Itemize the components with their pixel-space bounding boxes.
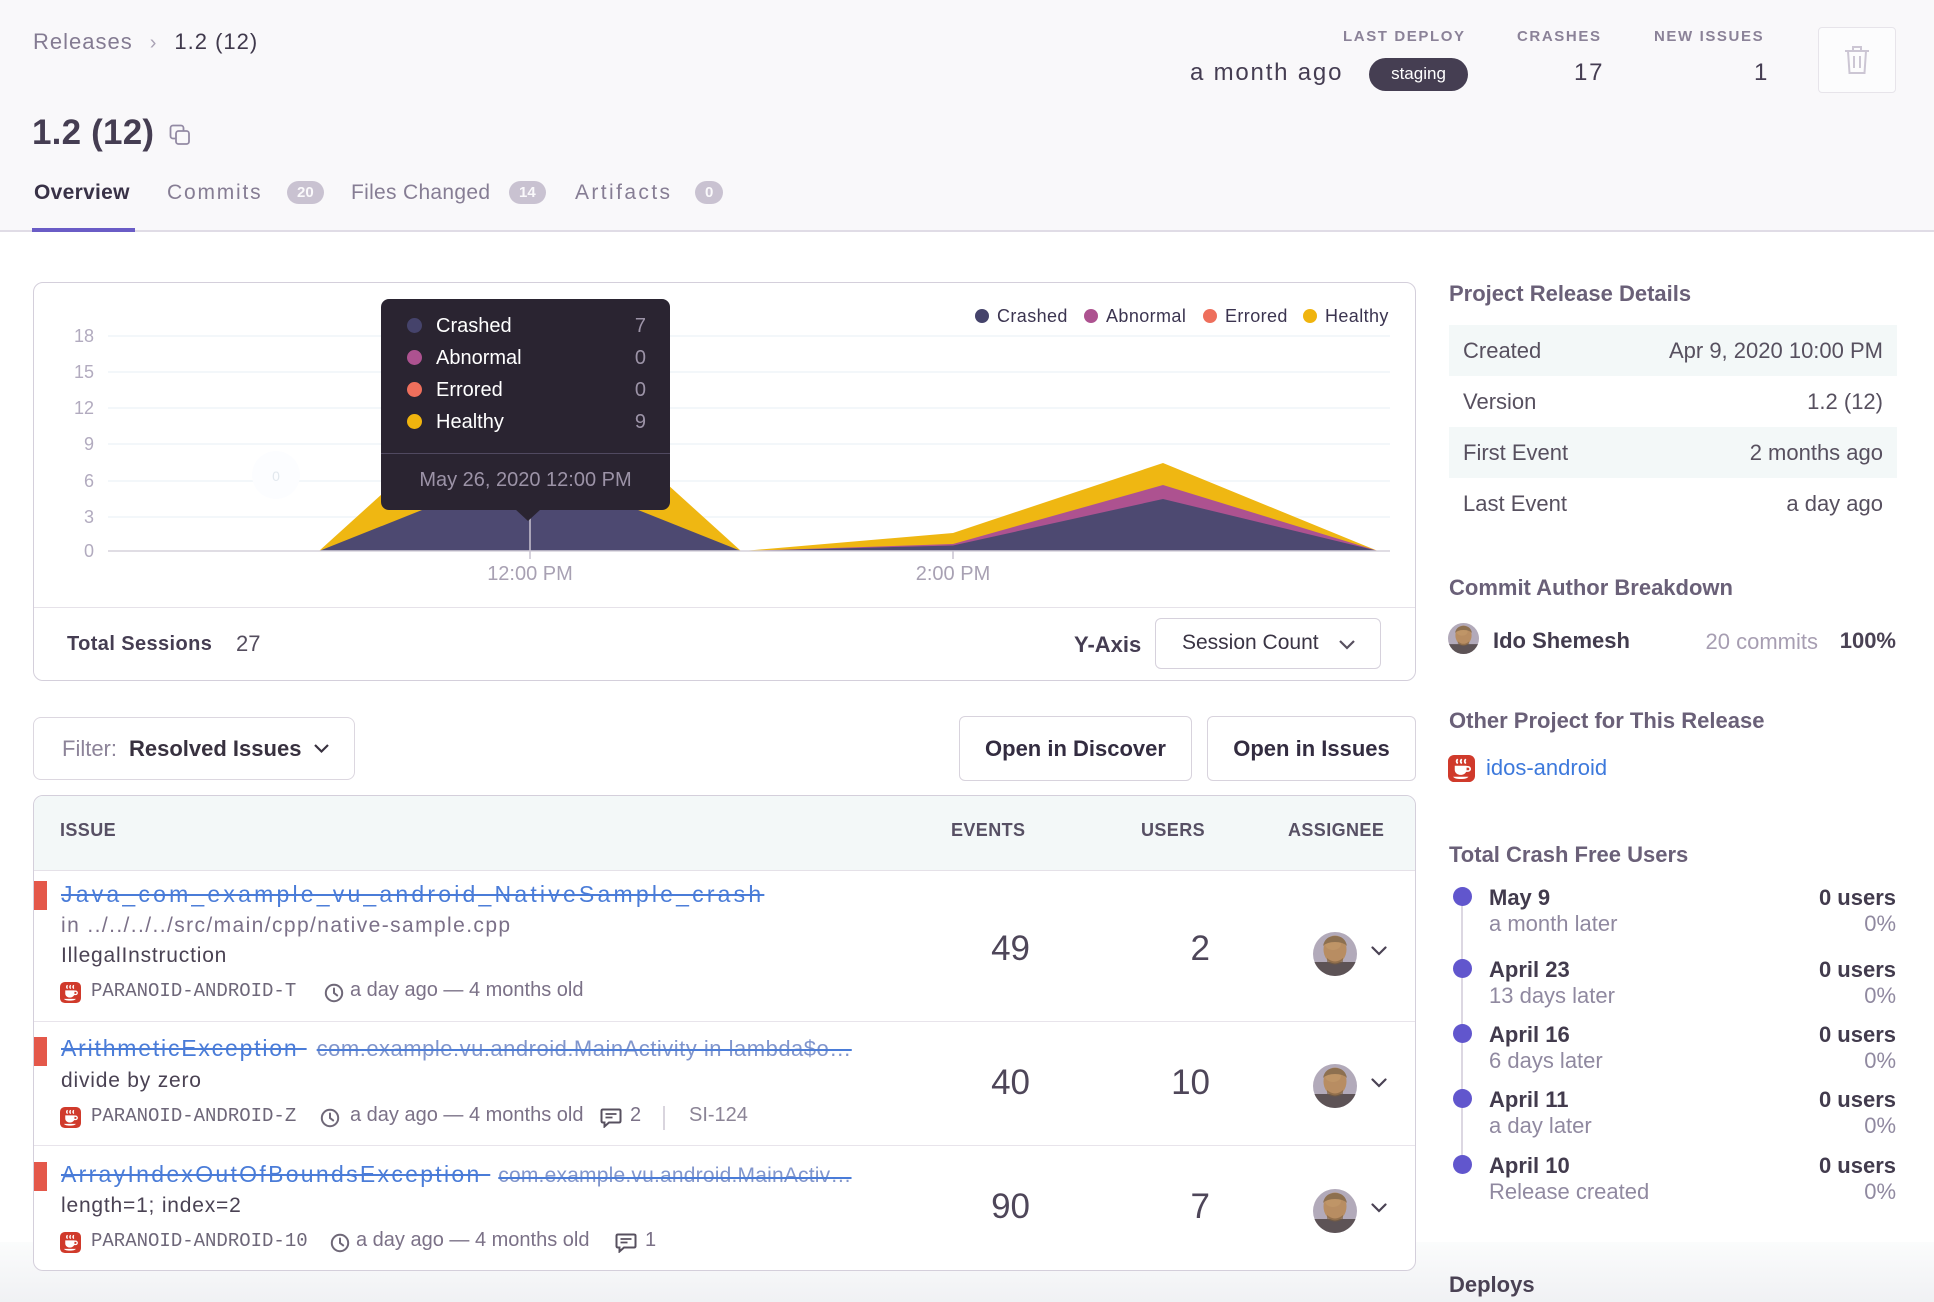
svg-text:0: 0 bbox=[84, 541, 94, 561]
svg-text:6: 6 bbox=[84, 471, 94, 491]
svg-text:12: 12 bbox=[74, 398, 94, 418]
svg-text:9: 9 bbox=[84, 434, 94, 454]
svg-text:3: 3 bbox=[84, 507, 94, 527]
svg-text:2:00 PM: 2:00 PM bbox=[916, 563, 990, 585]
svg-text:15: 15 bbox=[74, 362, 94, 382]
svg-text:18: 18 bbox=[74, 326, 94, 346]
svg-text:0: 0 bbox=[272, 468, 280, 484]
svg-text:12:00 PM: 12:00 PM bbox=[487, 563, 573, 585]
